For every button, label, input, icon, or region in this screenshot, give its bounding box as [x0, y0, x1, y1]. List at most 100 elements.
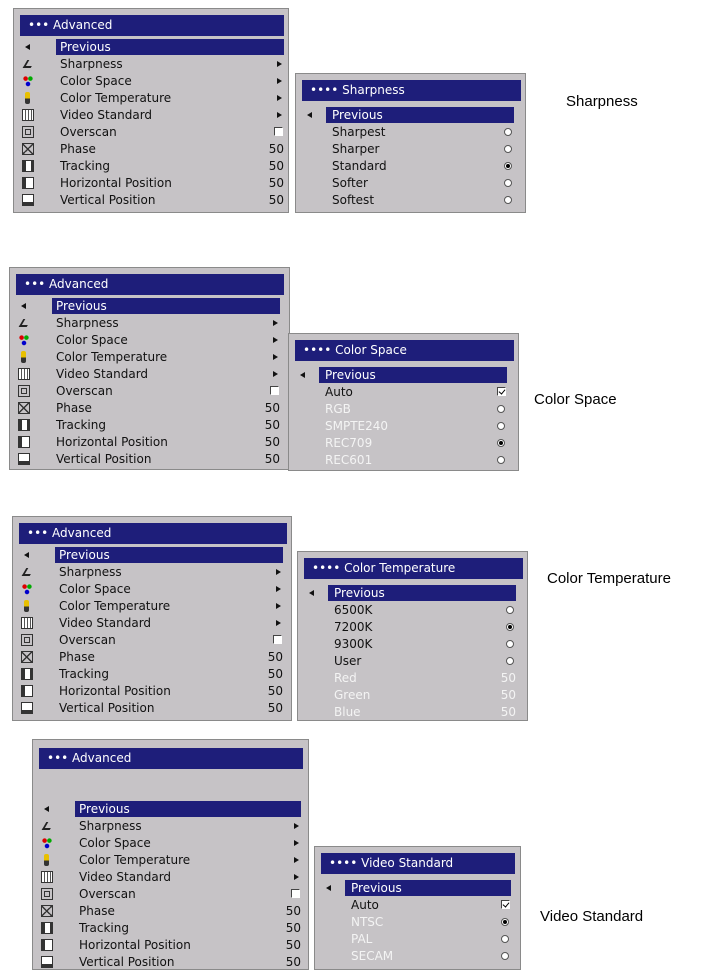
option-label: REC601: [325, 453, 373, 467]
menu-item-sharpness[interactable]: Sharpness: [16, 315, 280, 331]
horizontal-position-icon: [18, 436, 30, 448]
option-sharper[interactable]: Sharper: [302, 141, 514, 157]
menu-item-sharpness[interactable]: Sharpness: [39, 818, 301, 834]
menu-item-sharpness[interactable]: Sharpness: [20, 56, 284, 72]
video-standard-submenu-panel: •••• Video Standard Previous Auto NTSC PAL S…: [314, 846, 521, 970]
menu-item-phase[interactable]: Phase 50: [19, 649, 283, 665]
option-6500k[interactable]: 6500K: [304, 602, 516, 618]
menu-item-label: Phase: [56, 401, 92, 415]
menu-item-tracking[interactable]: Tracking 50: [19, 666, 283, 682]
radio-button[interactable]: [506, 657, 514, 665]
previous-menu-item[interactable]: Previous: [39, 801, 301, 817]
previous-menu-item[interactable]: Previous: [295, 367, 507, 383]
option-green[interactable]: Green 50: [304, 687, 516, 703]
submenu-arrow-icon: [273, 371, 278, 377]
menu-item-color-temperature[interactable]: Color Temperature: [20, 90, 284, 106]
previous-menu-item[interactable]: Previous: [321, 880, 511, 896]
menu-item-video-standard[interactable]: Video Standard: [16, 366, 280, 382]
radio-button[interactable]: [504, 196, 512, 204]
menu-item-video-standard[interactable]: Video Standard: [39, 869, 301, 885]
menu-item-vertical-position[interactable]: Vertical Position 50: [19, 700, 283, 716]
option-ntsc[interactable]: NTSC: [321, 914, 511, 930]
option-rec709[interactable]: REC709: [295, 435, 507, 451]
radio-button[interactable]: [504, 162, 512, 170]
color-space-icon: [22, 75, 34, 87]
menu-item-horizontal-position[interactable]: Horizontal Position 50: [16, 434, 280, 450]
menu-item-vertical-position[interactable]: Vertical Position 50: [39, 954, 301, 970]
menu-item-color-temperature[interactable]: Color Temperature: [16, 349, 280, 365]
option-user[interactable]: User: [304, 653, 516, 669]
option-9300k[interactable]: 9300K: [304, 636, 516, 652]
menu-item-phase[interactable]: Phase 50: [39, 903, 301, 919]
radio-button[interactable]: [497, 422, 505, 430]
option-label: Blue: [334, 705, 361, 719]
option-pal[interactable]: PAL: [321, 931, 511, 947]
previous-menu-item[interactable]: Previous: [304, 585, 516, 601]
overscan-checkbox[interactable]: [270, 386, 279, 395]
radio-button[interactable]: [501, 918, 509, 926]
radio-button[interactable]: [497, 439, 505, 447]
menu-item-horizontal-position[interactable]: Horizontal Position 50: [39, 937, 301, 953]
overscan-checkbox[interactable]: [273, 635, 282, 644]
overscan-checkbox[interactable]: [274, 127, 283, 136]
advanced-menu-title: ••• Advanced: [19, 523, 287, 544]
menu-item-color-space[interactable]: Color Space: [39, 835, 301, 851]
menu-item-phase[interactable]: Phase 50: [20, 141, 284, 157]
option-auto[interactable]: Auto: [295, 384, 507, 400]
menu-item-color-space[interactable]: Color Space: [16, 332, 280, 348]
menu-item-label: Sharpness: [79, 819, 142, 833]
menu-item-video-standard[interactable]: Video Standard: [20, 107, 284, 123]
option-softer[interactable]: Softer: [302, 175, 514, 191]
option-value: 50: [500, 688, 516, 702]
menu-item-video-standard[interactable]: Video Standard: [19, 615, 283, 631]
overscan-checkbox[interactable]: [291, 889, 300, 898]
menu-item-horizontal-position[interactable]: Horizontal Position 50: [19, 683, 283, 699]
menu-item-color-space[interactable]: Color Space: [20, 73, 284, 89]
menu-item-tracking[interactable]: Tracking 50: [20, 158, 284, 174]
menu-item-horizontal-position[interactable]: Horizontal Position 50: [20, 175, 284, 191]
menu-item-overscan[interactable]: Overscan: [20, 124, 284, 140]
phase-icon: [18, 402, 30, 414]
radio-button[interactable]: [504, 145, 512, 153]
menu-item-vertical-position[interactable]: Vertical Position 50: [16, 451, 280, 467]
menu-item-vertical-position[interactable]: Vertical Position 50: [20, 192, 284, 208]
checkbox[interactable]: [497, 387, 506, 396]
option-sharpest[interactable]: Sharpest: [302, 124, 514, 140]
radio-button[interactable]: [504, 128, 512, 136]
option-7200k[interactable]: 7200K: [304, 619, 516, 635]
menu-item-sharpness[interactable]: Sharpness: [19, 564, 283, 580]
radio-button[interactable]: [506, 623, 514, 631]
option-secam[interactable]: SECAM: [321, 948, 511, 964]
menu-item-overscan[interactable]: Overscan: [19, 632, 283, 648]
sharpness-caption: Sharpness: [566, 93, 638, 110]
radio-button[interactable]: [501, 952, 509, 960]
menu-item-phase[interactable]: Phase 50: [16, 400, 280, 416]
option-softest[interactable]: Softest: [302, 192, 514, 208]
menu-item-tracking[interactable]: Tracking 50: [39, 920, 301, 936]
previous-menu-item[interactable]: Previous: [16, 298, 280, 314]
radio-button[interactable]: [501, 935, 509, 943]
option-blue[interactable]: Blue 50: [304, 704, 516, 720]
option-auto[interactable]: Auto: [321, 897, 511, 913]
radio-button[interactable]: [497, 405, 505, 413]
option-rec601[interactable]: REC601: [295, 452, 507, 468]
menu-item-tracking[interactable]: Tracking 50: [16, 417, 280, 433]
checkbox[interactable]: [501, 900, 510, 909]
advanced-menu-panel: ••• Advanced Previous Sharpness Color Spac…: [32, 739, 309, 970]
option-standard[interactable]: Standard: [302, 158, 514, 174]
menu-item-overscan[interactable]: Overscan: [39, 886, 301, 902]
menu-item-overscan[interactable]: Overscan: [16, 383, 280, 399]
radio-button[interactable]: [506, 640, 514, 648]
menu-item-color-temperature[interactable]: Color Temperature: [39, 852, 301, 868]
option-rgb[interactable]: RGB: [295, 401, 507, 417]
radio-button[interactable]: [504, 179, 512, 187]
radio-button[interactable]: [497, 456, 505, 464]
previous-menu-item[interactable]: Previous: [19, 547, 283, 563]
previous-menu-item[interactable]: Previous: [302, 107, 514, 123]
radio-button[interactable]: [506, 606, 514, 614]
previous-menu-item[interactable]: Previous: [20, 39, 284, 55]
option-red[interactable]: Red 50: [304, 670, 516, 686]
menu-item-color-temperature[interactable]: Color Temperature: [19, 598, 283, 614]
menu-item-color-space[interactable]: Color Space: [19, 581, 283, 597]
option-smpte240[interactable]: SMPTE240: [295, 418, 507, 434]
